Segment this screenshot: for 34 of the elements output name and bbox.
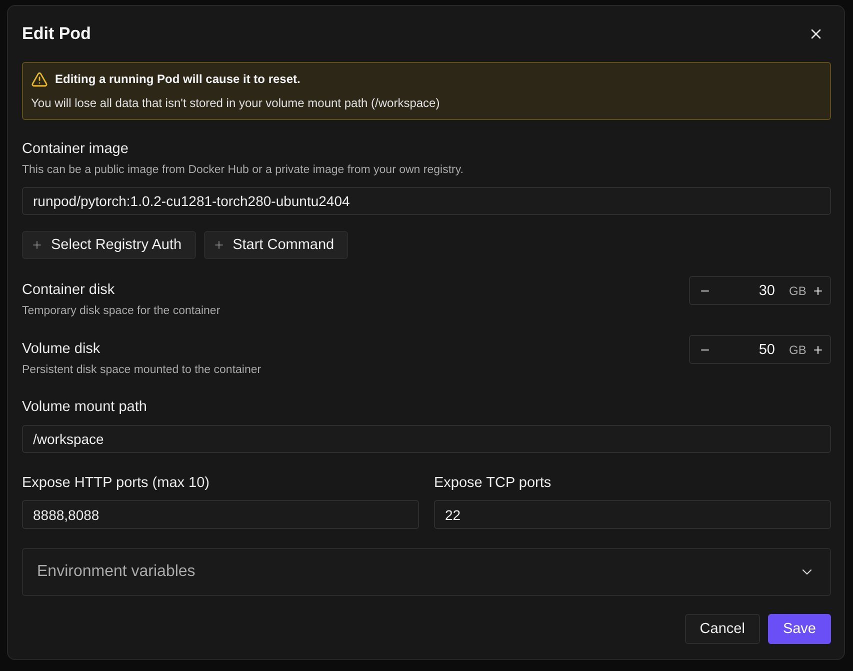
warning-icon (31, 70, 48, 88)
field-help-text: This can be a public image from Docker Hub or a private image from your own registry. (22, 163, 464, 178)
field-label: Volume mount path (22, 398, 148, 417)
plus-icon (812, 284, 824, 296)
cancel-button[interactable]: Cancel (684, 614, 760, 644)
input-field[interactable]: runpod/pytorch:1.0.2-cu1281-torch280-ubuntu2404 (22, 187, 831, 215)
field-label: Expose TCP ports (434, 474, 552, 493)
dialog-title: Edit Pod (22, 24, 91, 44)
disk-size-stepper[interactable]: 30 GB (689, 276, 831, 305)
field-help-text: Persistent disk space mounted to the container (22, 363, 262, 378)
field-help-text: Temporary disk space for the container (22, 304, 220, 319)
save-button[interactable]: Save (768, 614, 831, 644)
increment-button[interactable] (812, 344, 824, 356)
field-label: Volume disk (22, 340, 102, 359)
field-label: Container disk (22, 281, 116, 300)
disk-size-field[interactable]: 30 (711, 282, 777, 298)
plus-icon (812, 344, 824, 356)
environment-variables-toggle[interactable]: Environment variables (22, 548, 831, 596)
unit-label: GB (789, 342, 806, 356)
add-option-button[interactable]: Start Command (204, 231, 348, 259)
input-field[interactable]: 8888,8088 (22, 500, 419, 529)
disk-size-stepper[interactable]: 50 GB (689, 335, 831, 364)
warning-message: You will lose all data that isn't stored in your volume mount path (/workspace) (31, 95, 441, 112)
field-label: Container image (22, 140, 130, 159)
warning-title: Editing a running Pod will cause it to reset. (55, 72, 300, 86)
plus-icon (31, 239, 43, 251)
add-option-button[interactable]: Select Registry Auth (22, 231, 196, 259)
input-field[interactable]: /workspace (22, 425, 831, 453)
increment-button[interactable] (812, 284, 824, 296)
disk-size-field[interactable]: 50 (711, 342, 777, 358)
plus-icon (212, 239, 225, 251)
field-label: Expose HTTP ports (max 10) (22, 474, 210, 493)
unit-label: GB (789, 284, 806, 298)
input-field[interactable]: 22 (434, 500, 831, 529)
